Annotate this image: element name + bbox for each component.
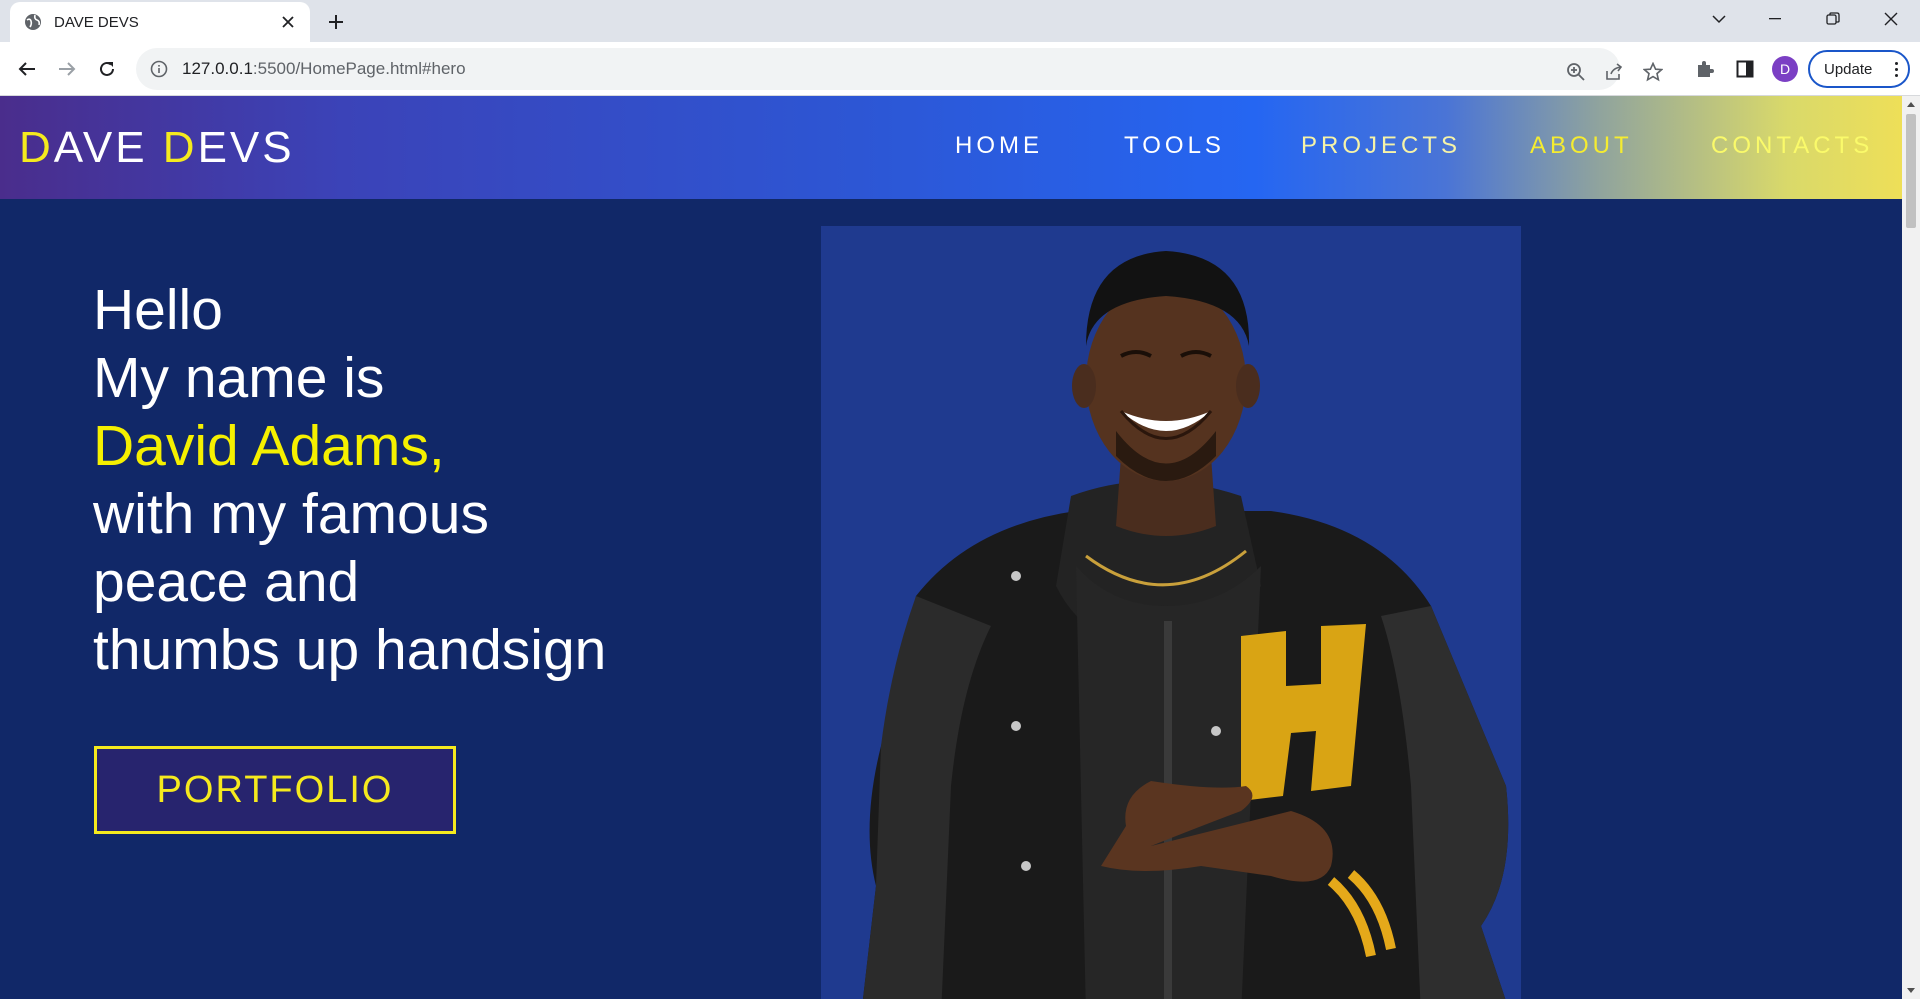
forward-arrow-icon[interactable]: [53, 55, 81, 83]
nav-tools[interactable]: TOOLS: [1124, 132, 1225, 160]
url-host: 127.0.0.1: [182, 59, 253, 78]
extensions-puzzle-icon[interactable]: [1691, 55, 1719, 83]
browser-tab[interactable]: DAVE DEVS: [10, 2, 310, 42]
page-viewport: DAVE DEVS HOME TOOLS PROJECTS ABOUT CONT…: [0, 96, 1902, 999]
hero-line-intro: My name is: [93, 346, 385, 410]
tab-title: DAVE DEVS: [54, 13, 139, 31]
zoom-icon[interactable]: [1564, 60, 1588, 84]
nav-projects[interactable]: PROJECTS: [1301, 132, 1461, 160]
url-text[interactable]: 127.0.0.1:5500/HomePage.html#hero: [182, 59, 466, 79]
update-label: Update: [1824, 60, 1873, 78]
profile-avatar[interactable]: D: [1772, 56, 1798, 82]
new-tab-button[interactable]: [322, 8, 350, 36]
tab-search-icon[interactable]: [1696, 0, 1742, 38]
page-scrollbar[interactable]: [1902, 96, 1920, 999]
site-logo[interactable]: DAVE DEVS: [19, 124, 295, 172]
address-bar[interactable]: 127.0.0.1:5500/HomePage.html#hero: [136, 48, 1663, 90]
side-panel-icon[interactable]: [1731, 55, 1759, 83]
hero-photo: [821, 226, 1521, 999]
globe-icon: [24, 13, 42, 31]
nav-home[interactable]: HOME: [955, 132, 1043, 160]
hero-line-handsign: thumbs up handsign: [93, 618, 607, 682]
close-tab-icon[interactable]: [278, 12, 298, 32]
hero-line-hello: Hello: [93, 278, 223, 342]
restore-button[interactable]: [1810, 0, 1856, 38]
hero-name: David Adams,: [93, 414, 445, 478]
minimize-button[interactable]: [1752, 0, 1798, 38]
bookmark-star-icon[interactable]: [1641, 60, 1665, 84]
scroll-up-arrow-icon[interactable]: [1907, 102, 1915, 107]
site-header: DAVE DEVS HOME TOOLS PROJECTS ABOUT CONT…: [0, 96, 1902, 199]
update-button[interactable]: Update: [1808, 50, 1910, 88]
menu-dots-icon[interactable]: [1895, 62, 1898, 77]
scroll-down-arrow-icon[interactable]: [1907, 988, 1915, 993]
share-icon[interactable]: [1602, 60, 1626, 84]
scrollbar-thumb[interactable]: [1906, 114, 1916, 228]
browser-toolbar: 127.0.0.1:5500/HomePage.html#hero D Upda…: [0, 42, 1920, 96]
site-info-icon[interactable]: [150, 60, 168, 78]
person-photo-illustration: [862, 251, 1509, 999]
reload-icon[interactable]: [93, 55, 121, 83]
nav-about[interactable]: ABOUT: [1530, 132, 1633, 160]
tab-strip: DAVE DEVS: [0, 0, 1920, 42]
close-window-button[interactable]: [1868, 0, 1914, 38]
nav-contacts[interactable]: CONTACTS: [1711, 132, 1873, 160]
portfolio-button[interactable]: PORTFOLIO: [94, 746, 456, 834]
back-arrow-icon[interactable]: [13, 55, 41, 83]
hero-line-peace: peace and: [93, 550, 360, 614]
hero-heading: Hello My name is David Adams, with my fa…: [93, 276, 733, 684]
url-path: :5500/HomePage.html#hero: [252, 59, 466, 78]
hero-line-famous: with my famous: [93, 482, 489, 546]
